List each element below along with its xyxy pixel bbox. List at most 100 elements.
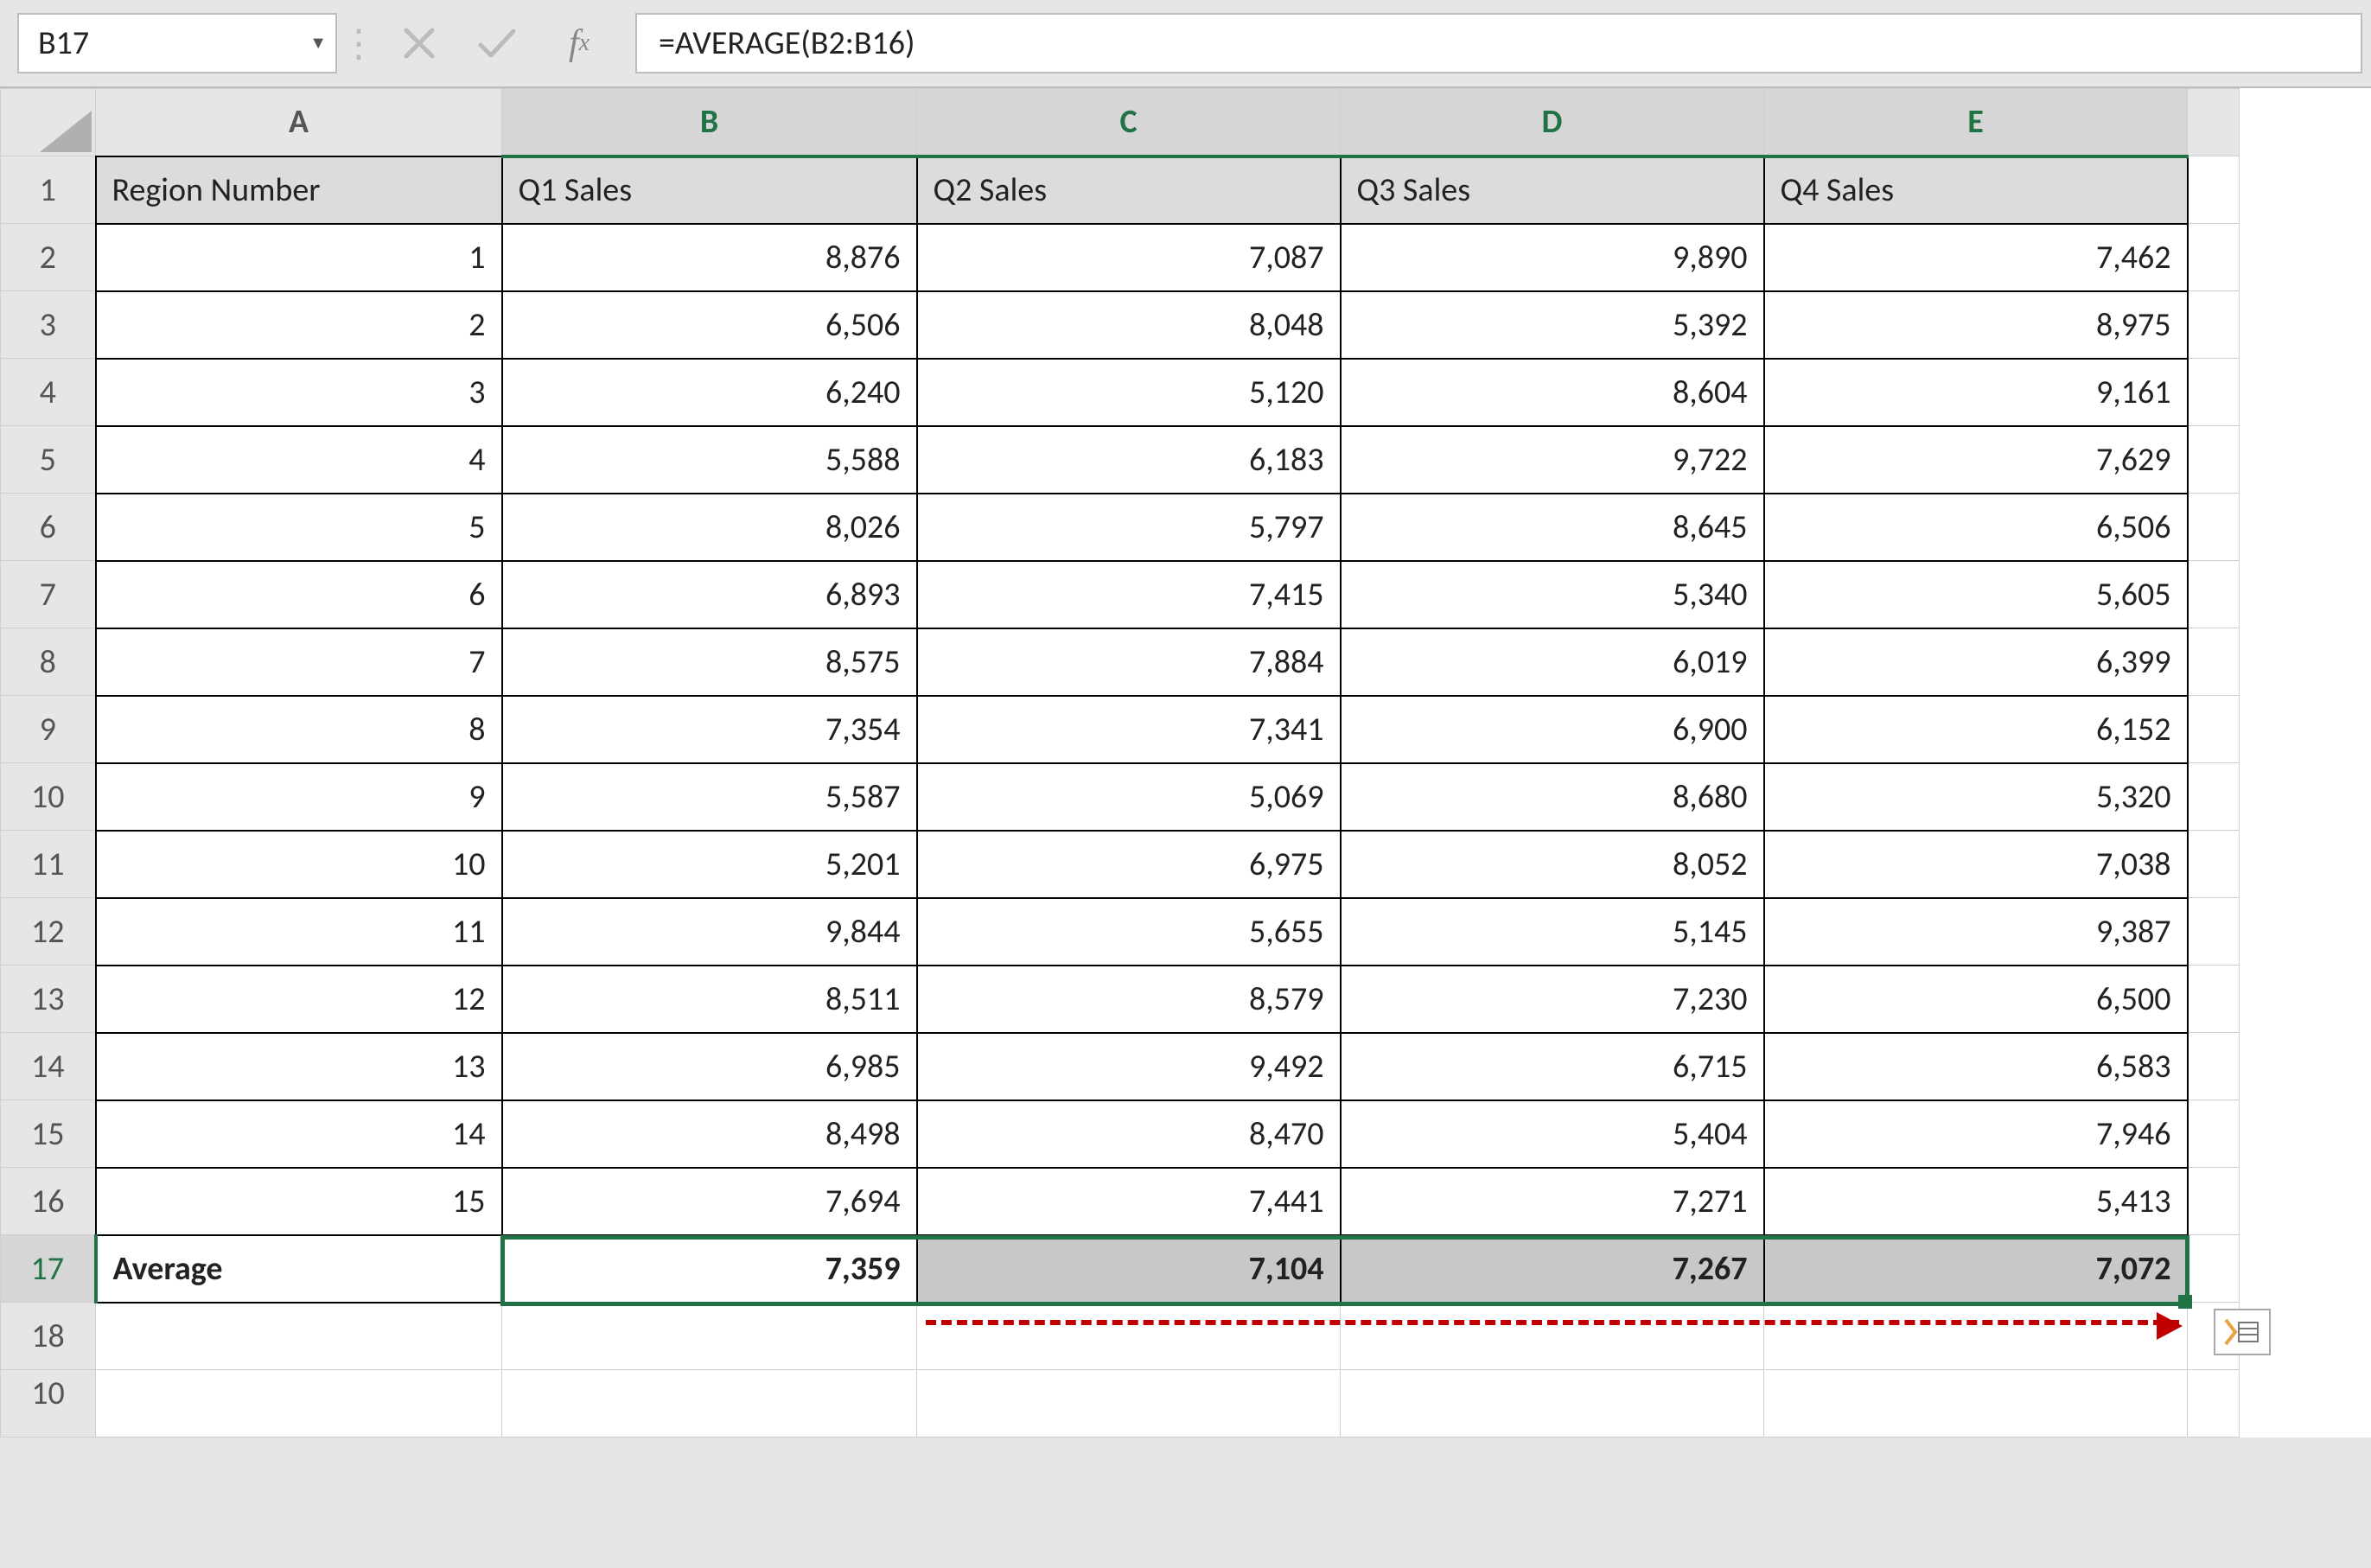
- cell-C1[interactable]: Q2 Sales: [918, 158, 1340, 223]
- cell-C6[interactable]: 5,797: [918, 494, 1340, 560]
- cell-E6[interactable]: 6,506: [1765, 494, 2187, 560]
- cell-C14[interactable]: 9,492: [918, 1034, 1340, 1100]
- row-header-11[interactable]: 11: [1, 831, 96, 898]
- cell-D2[interactable]: 9,890: [1342, 225, 1763, 290]
- row-header-17[interactable]: 17: [1, 1235, 96, 1303]
- cell-E14[interactable]: 6,583: [1765, 1034, 2187, 1100]
- cell-F11[interactable]: [2188, 831, 2240, 898]
- spreadsheet[interactable]: A B C D E 1 Region Number Q1 Sales Q2 Sa…: [0, 86, 2371, 1437]
- col-header-C[interactable]: C: [917, 89, 1341, 156]
- cell-C2[interactable]: 7,087: [918, 225, 1340, 290]
- cell-C7[interactable]: 7,415: [918, 562, 1340, 628]
- col-header-B[interactable]: B: [502, 89, 917, 156]
- cell-F9[interactable]: [2188, 696, 2240, 763]
- row-header-10[interactable]: 10: [1, 763, 96, 831]
- cell-D14[interactable]: 6,715: [1342, 1034, 1763, 1100]
- cell-D10[interactable]: 8,680: [1342, 764, 1763, 830]
- cell-A17[interactable]: Average: [98, 1236, 501, 1302]
- cell-F1[interactable]: [2188, 156, 2240, 224]
- cell-E10[interactable]: 5,320: [1765, 764, 2187, 830]
- row-header-6[interactable]: 6: [1, 494, 96, 561]
- cell-A1[interactable]: Region Number: [97, 157, 501, 223]
- row-header-5[interactable]: 5: [1, 426, 96, 494]
- cell-B17[interactable]: 7,359: [503, 1236, 916, 1302]
- cell-F17[interactable]: [2188, 1235, 2240, 1303]
- cell-B2[interactable]: 8,876: [503, 225, 916, 290]
- cell-A15[interactable]: 14: [97, 1101, 501, 1167]
- cell-D9[interactable]: 6,900: [1342, 697, 1763, 762]
- cell-D8[interactable]: 6,019: [1342, 629, 1763, 695]
- row-header-14[interactable]: 14: [1, 1033, 96, 1100]
- cell-A3[interactable]: 2: [97, 292, 501, 358]
- col-header-A[interactable]: A: [96, 89, 502, 156]
- row-header-18[interactable]: 18: [1, 1303, 96, 1370]
- row-header-2[interactable]: 2: [1, 224, 96, 291]
- cell-B16[interactable]: 7,694: [503, 1169, 916, 1234]
- cell-F4[interactable]: [2188, 359, 2240, 426]
- cell-E11[interactable]: 7,038: [1765, 832, 2187, 897]
- cell-B1[interactable]: Q1 Sales: [503, 158, 916, 223]
- cell-E13[interactable]: 6,500: [1765, 966, 2187, 1032]
- cell-F6[interactable]: [2188, 494, 2240, 561]
- cell-A6[interactable]: 5: [97, 494, 501, 560]
- cell-D15[interactable]: 5,404: [1342, 1101, 1763, 1167]
- row-header-12[interactable]: 12: [1, 898, 96, 966]
- cell-D12[interactable]: 5,145: [1342, 899, 1763, 965]
- cell-A4[interactable]: 3: [97, 360, 501, 425]
- cell-D13[interactable]: 7,230: [1342, 966, 1763, 1032]
- cell-F13[interactable]: [2188, 966, 2240, 1033]
- cell-E7[interactable]: 5,605: [1765, 562, 2187, 628]
- cell-E17[interactable]: 7,072: [1765, 1236, 2187, 1302]
- cell-C11[interactable]: 6,975: [918, 832, 1340, 897]
- row-header-13[interactable]: 13: [1, 966, 96, 1033]
- name-box[interactable]: B17 ▼: [17, 13, 337, 73]
- cell-E3[interactable]: 8,975: [1765, 292, 2187, 358]
- cell-F2[interactable]: [2188, 224, 2240, 291]
- cell-E12[interactable]: 9,387: [1765, 899, 2187, 965]
- cell-A18[interactable]: [96, 1303, 502, 1370]
- cell-D1[interactable]: Q3 Sales: [1342, 158, 1763, 223]
- cell-C18[interactable]: [917, 1303, 1341, 1370]
- cell-E8[interactable]: 6,399: [1765, 629, 2187, 695]
- cell-C4[interactable]: 5,120: [918, 360, 1340, 425]
- cell-C12[interactable]: 5,655: [918, 899, 1340, 965]
- cell-E9[interactable]: 6,152: [1765, 697, 2187, 762]
- cell-C17[interactable]: 7,104: [918, 1236, 1340, 1302]
- grid[interactable]: A B C D E 1 Region Number Q1 Sales Q2 Sa…: [0, 88, 2240, 1437]
- cell-E4[interactable]: 9,161: [1765, 360, 2187, 425]
- cell-C3[interactable]: 8,048: [918, 292, 1340, 358]
- cell-A13[interactable]: 12: [97, 966, 501, 1032]
- cell-D17[interactable]: 7,267: [1342, 1236, 1763, 1302]
- row-header-3[interactable]: 3: [1, 291, 96, 359]
- cell-D16[interactable]: 7,271: [1342, 1169, 1763, 1234]
- cell-F10[interactable]: [2188, 763, 2240, 831]
- cell-E18[interactable]: [1764, 1303, 2188, 1370]
- cell-B4[interactable]: 6,240: [503, 360, 916, 425]
- cell-E5[interactable]: 7,629: [1765, 427, 2187, 493]
- cell-C16[interactable]: 7,441: [918, 1169, 1340, 1234]
- fx-icon[interactable]: fx: [536, 22, 622, 64]
- cell-A8[interactable]: 7: [97, 629, 501, 695]
- cell-B18[interactable]: [502, 1303, 917, 1370]
- cell-F8[interactable]: [2188, 628, 2240, 696]
- cell-F12[interactable]: [2188, 898, 2240, 966]
- cell-A14[interactable]: 13: [97, 1034, 501, 1100]
- cell-D6[interactable]: 8,645: [1342, 494, 1763, 560]
- row-header-8[interactable]: 8: [1, 628, 96, 696]
- cell-E15[interactable]: 7,946: [1765, 1101, 2187, 1167]
- cell-D4[interactable]: 8,604: [1342, 360, 1763, 425]
- name-box-dropdown-icon[interactable]: ▼: [309, 33, 327, 54]
- cell-C5[interactable]: 6,183: [918, 427, 1340, 493]
- cell-A2[interactable]: 1: [97, 225, 501, 290]
- autofill-options-button[interactable]: [2214, 1309, 2271, 1355]
- row-header-19[interactable]: 10: [1, 1370, 96, 1437]
- cell-B13[interactable]: 8,511: [503, 966, 916, 1032]
- col-header-blank[interactable]: [2188, 89, 2240, 156]
- cell-A11[interactable]: 10: [97, 832, 501, 897]
- cell-A5[interactable]: 4: [97, 427, 501, 493]
- cell-F5[interactable]: [2188, 426, 2240, 494]
- cell-A7[interactable]: 6: [97, 562, 501, 628]
- cell-E16[interactable]: 5,413: [1765, 1169, 2187, 1234]
- row-header-7[interactable]: 7: [1, 561, 96, 628]
- cell-E2[interactable]: 7,462: [1765, 225, 2187, 290]
